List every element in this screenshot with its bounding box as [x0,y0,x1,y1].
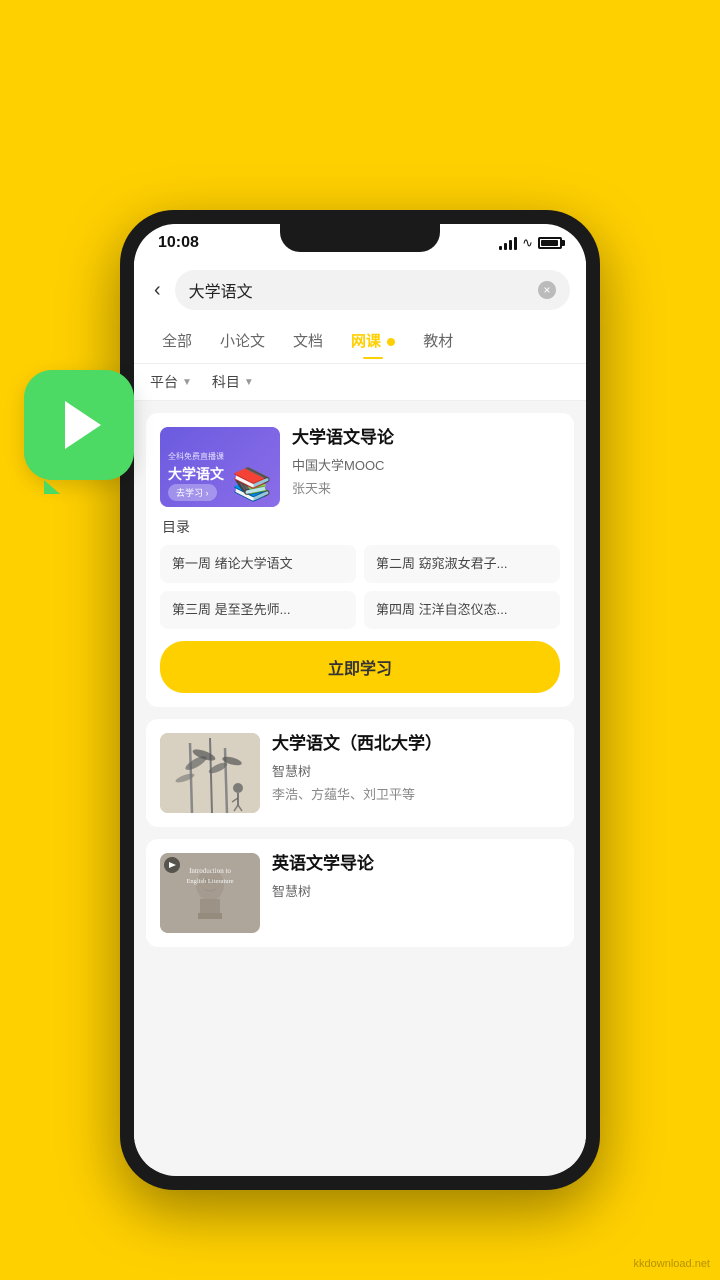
search-area: ‹ 大学语文 × [134,258,586,318]
platform-filter[interactable]: 平台 ▼ [150,372,192,392]
phone-notch [280,224,440,252]
catalog-label: 目录 [160,517,560,537]
status-time: 10:08 [158,234,199,252]
catalog-item-1[interactable]: 第一周 绪论大学语文 [160,545,356,583]
course-teacher-1: 张天来 [292,478,560,497]
course-platform-1: 中国大学MOOC [292,455,560,474]
thumb-learn-label: 去学习 › [168,484,217,501]
book-icon: 📚 [232,465,272,503]
tab-textbook[interactable]: 教材 [411,322,465,359]
play-icon [65,401,101,449]
clear-button[interactable]: × [538,281,556,299]
status-icons: ∿ [499,235,562,251]
learn-button-1[interactable]: 立即学习 [160,641,560,693]
tab-doc[interactable]: 文档 [281,322,335,359]
course-info-3: 英语文学导论 智慧树 [272,853,560,933]
course-platform-3: 智慧树 [272,881,560,900]
battery-icon [538,237,562,249]
search-query: 大学语文 [189,278,530,302]
wifi-icon: ∿ [522,235,533,251]
course-title-1: 大学语文导论 [292,427,560,449]
results-area: 全科免费直播课 大学语文 📚 去学习 › 大学语文导论 中国大学MOOC [134,401,586,1168]
tab-all[interactable]: 全部 [150,322,204,359]
course-title-3: 英语文学导论 [272,853,560,875]
course-card-3[interactable]: Introduction to English Literature 英语文学导… [146,839,574,947]
course-platform-2: 智慧树 [272,761,560,780]
course-card-1[interactable]: 全科免费直播课 大学语文 📚 去学习 › 大学语文导论 中国大学MOOC [146,413,574,707]
svg-text:Introduction to: Introduction to [189,867,231,875]
course-teacher-2: 李浩、方蕴华、刘卫平等 [272,784,560,803]
course-info-1: 大学语文导论 中国大学MOOC 张天来 [292,427,560,507]
watermark: kkdownload.net [634,1258,710,1270]
thumb-small-text: 全科免费直播课 [168,451,224,462]
filter-row: 平台 ▼ 科目 ▼ [134,364,586,401]
course-thumb-1: 全科免费直播课 大学语文 📚 去学习 › [160,427,280,507]
tab-online-badge [387,338,395,346]
search-input-wrap[interactable]: 大学语文 × [175,270,570,310]
catalog-item-2[interactable]: 第二周 窈窕淑女君子... [364,545,560,583]
app-play-button[interactable] [24,370,134,480]
intro-svg: Introduction to English Literature [160,853,260,933]
catalog-item-4[interactable]: 第四周 汪洋自恣仪态... [364,591,560,629]
course-top-2: 大学语文（西北大学） 智慧树 李浩、方蕴华、刘卫平等 [160,733,560,813]
svg-text:English Literature: English Literature [186,878,233,885]
phone-mockup: 10:08 ∿ ‹ [120,210,600,1190]
thumb-main-text: 大学语文 [168,464,224,484]
course-top-3: Introduction to English Literature 英语文学导… [160,853,560,933]
course-thumb-3: Introduction to English Literature [160,853,260,933]
course-thumb-2 [160,733,260,813]
tab-paper[interactable]: 小论文 [208,322,277,359]
subject-filter[interactable]: 科目 ▼ [212,372,254,392]
phone-frame: 10:08 ∿ ‹ [120,210,600,1190]
screen-content: ‹ 大学语文 × 全部 小论文 文档 [134,258,586,1168]
catalog-grid: 第一周 绪论大学语文 第二周 窈窕淑女君子... 第三周 是至圣先师... 第四… [160,545,560,629]
course-title-2: 大学语文（西北大学） [272,733,560,755]
tabs-area: 全部 小论文 文档 网课 教材 [134,318,586,364]
ink-svg [160,733,260,813]
subject-filter-arrow: ▼ [244,377,254,388]
phone-screen: 10:08 ∿ ‹ [134,224,586,1176]
course-info-2: 大学语文（西北大学） 智慧树 李浩、方蕴华、刘卫平等 [272,733,560,813]
platform-filter-arrow: ▼ [182,377,192,388]
signal-icon [499,236,517,250]
back-button[interactable]: ‹ [150,275,165,306]
catalog-item-3[interactable]: 第三周 是至圣先师... [160,591,356,629]
course-card-2[interactable]: 大学语文（西北大学） 智慧树 李浩、方蕴华、刘卫平等 [146,719,574,827]
course-top-1: 全科免费直播课 大学语文 📚 去学习 › 大学语文导论 中国大学MOOC [160,427,560,507]
tab-online[interactable]: 网课 [339,322,407,359]
